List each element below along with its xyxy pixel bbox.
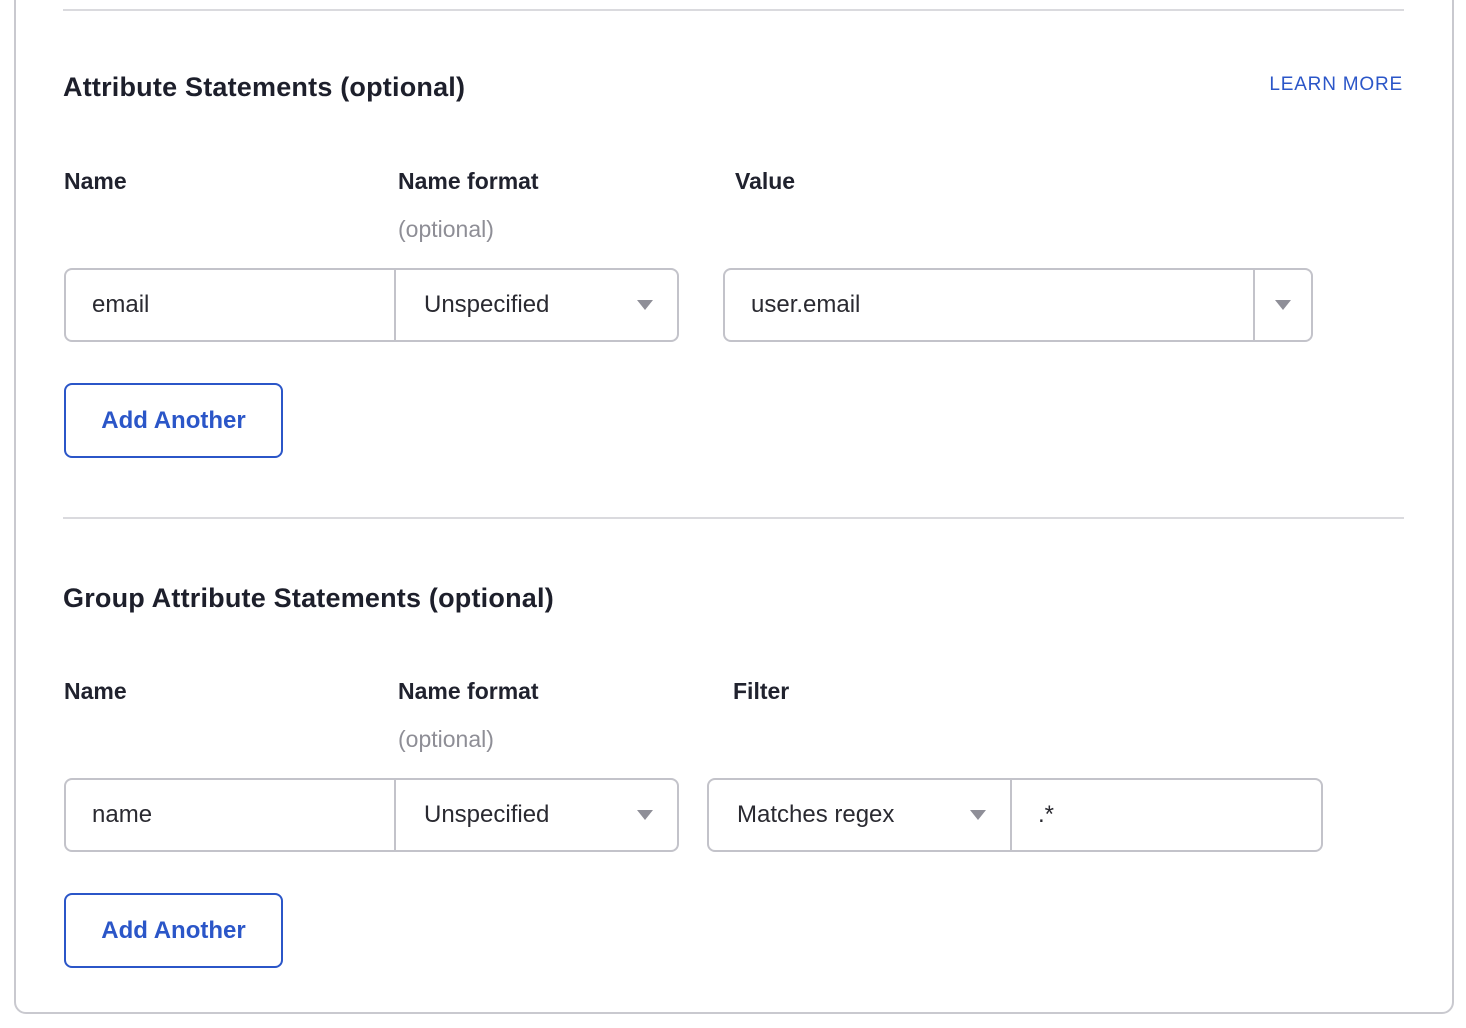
attr-value-input[interactable] bbox=[725, 270, 1253, 340]
group-attr-name-format-select[interactable]: Unspecified bbox=[396, 780, 677, 850]
add-another-attribute-button[interactable]: Add Another bbox=[64, 383, 283, 458]
dropdown-arrow-icon bbox=[637, 300, 653, 310]
settings-card bbox=[14, 0, 1454, 1014]
dropdown-arrow-icon bbox=[637, 810, 653, 820]
page: Attribute Statements (optional) LEARN MO… bbox=[0, 0, 1466, 1028]
section-divider bbox=[63, 9, 1404, 11]
attr-name-format-column-label: Name format bbox=[398, 168, 539, 195]
attr-value-group bbox=[723, 268, 1313, 342]
attr-name-column-label: Name bbox=[64, 168, 127, 195]
group-attr-filter-select[interactable]: Matches regex bbox=[709, 780, 1010, 850]
group-attr-filter-expression-input[interactable] bbox=[1012, 780, 1321, 850]
attribute-statements-heading: Attribute Statements (optional) bbox=[63, 72, 465, 103]
dropdown-arrow-icon bbox=[1275, 300, 1291, 310]
group-attribute-statements-heading: Group Attribute Statements (optional) bbox=[63, 583, 554, 614]
group-attr-filter-group: Matches regex bbox=[707, 778, 1323, 852]
group-attr-name-input[interactable] bbox=[66, 780, 394, 850]
group-attr-name-format-column-label: Name format bbox=[398, 678, 539, 705]
attr-name-format-value: Unspecified bbox=[424, 291, 549, 319]
attr-name-format-select[interactable]: Unspecified bbox=[396, 270, 677, 340]
group-attr-name-format-value: Unspecified bbox=[424, 801, 549, 829]
group-attr-filter-value: Matches regex bbox=[737, 801, 894, 829]
group-attr-name-column-label: Name bbox=[64, 678, 127, 705]
group-attr-name-format-optional-label: (optional) bbox=[398, 726, 494, 753]
add-another-group-attribute-button[interactable]: Add Another bbox=[64, 893, 283, 968]
attr-name-input[interactable] bbox=[66, 270, 394, 340]
attr-name-format-optional-label: (optional) bbox=[398, 216, 494, 243]
group-attr-name-format-group: Unspecified bbox=[64, 778, 679, 852]
group-attr-filter-column-label: Filter bbox=[733, 678, 789, 705]
attr-value-column-label: Value bbox=[735, 168, 795, 195]
dropdown-arrow-icon bbox=[970, 810, 986, 820]
attr-name-format-group: Unspecified bbox=[64, 268, 679, 342]
section-divider bbox=[63, 517, 1404, 519]
attr-value-dropdown-toggle[interactable] bbox=[1255, 270, 1311, 340]
learn-more-link[interactable]: LEARN MORE bbox=[1269, 74, 1403, 96]
